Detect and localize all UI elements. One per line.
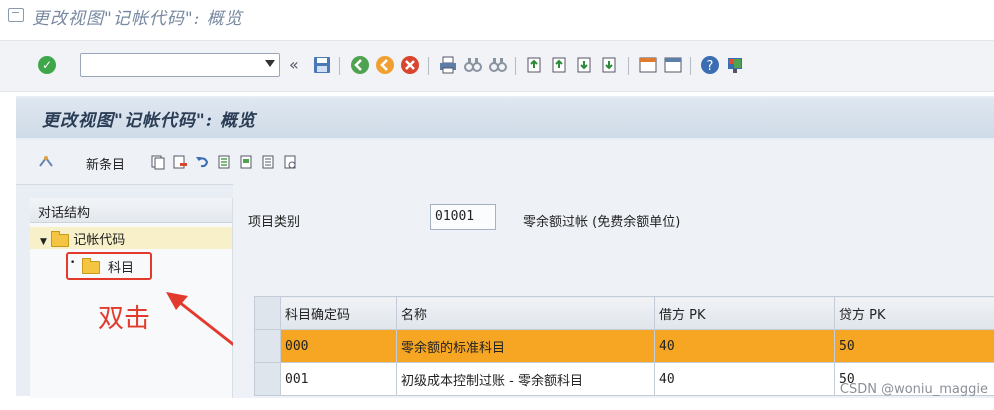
select-all-cell[interactable] bbox=[254, 296, 281, 330]
window-menu-icon[interactable] bbox=[8, 8, 24, 22]
row-selector[interactable] bbox=[254, 362, 281, 396]
tree-node-posting-code-label: 记帐代码 bbox=[73, 233, 126, 248]
next-page-icon[interactable] bbox=[575, 55, 595, 75]
column-header[interactable]: 科目确定码 bbox=[280, 296, 397, 330]
table-header-row: 科目确定码 名称 借方 PK 贷方 PK bbox=[254, 296, 994, 330]
row-selector[interactable] bbox=[254, 329, 281, 363]
table-cell[interactable]: 001 bbox=[280, 362, 397, 396]
deselect-all-icon[interactable] bbox=[260, 154, 276, 170]
help-icon[interactable]: ? bbox=[700, 55, 720, 75]
table-cell[interactable]: 初级成本控制过账 - 零余额科目 bbox=[396, 362, 655, 396]
table-cell[interactable]: 40 bbox=[654, 362, 835, 396]
toolbar-separator bbox=[628, 57, 629, 75]
toolbar-separator bbox=[339, 57, 340, 75]
toolbar-separator bbox=[515, 57, 516, 75]
find-icon[interactable] bbox=[463, 55, 483, 75]
select-block-icon[interactable] bbox=[238, 154, 254, 170]
table-cell[interactable]: 零余额的标准科目 bbox=[396, 329, 655, 363]
folder-open-icon bbox=[51, 231, 70, 247]
print-icon[interactable] bbox=[438, 55, 458, 75]
new-session-icon[interactable] bbox=[638, 55, 658, 75]
leaf-bullet-icon: • bbox=[70, 258, 76, 268]
tree-node-posting-code[interactable]: ▼ 记帐代码 bbox=[40, 229, 125, 248]
tree-header-label: 对话结构 bbox=[38, 206, 91, 221]
annotation-double-click-label: 双击 bbox=[98, 304, 151, 334]
column-header[interactable]: 名称 bbox=[396, 296, 655, 330]
standard-toolbar: ✓ « ? bbox=[0, 40, 994, 92]
find-next-icon[interactable] bbox=[488, 55, 508, 75]
table-cell[interactable]: 50 bbox=[834, 329, 994, 363]
command-field[interactable] bbox=[80, 53, 280, 77]
display-change-icon[interactable] bbox=[38, 154, 54, 170]
undo-change-icon[interactable] bbox=[194, 154, 210, 170]
expand-arrow-icon[interactable]: ▼ bbox=[40, 237, 47, 247]
first-page-icon[interactable] bbox=[525, 55, 545, 75]
select-all-icon[interactable] bbox=[216, 154, 232, 170]
page-title: 更改视图"记帐代码": 概览 bbox=[42, 111, 256, 131]
column-header[interactable]: 借方 PK bbox=[654, 296, 835, 330]
exit-icon[interactable] bbox=[375, 55, 395, 75]
item-category-description: 零余额过帐 (免费余额单位) bbox=[523, 215, 681, 230]
table-cell[interactable]: 40 bbox=[654, 329, 835, 363]
window-title: 更改视图"记帐代码": 概览 bbox=[32, 9, 243, 29]
last-page-icon[interactable] bbox=[600, 55, 620, 75]
svg-text:?: ? bbox=[707, 59, 714, 74]
save-icon[interactable] bbox=[312, 55, 332, 75]
copy-as-icon[interactable] bbox=[150, 154, 166, 170]
table-row[interactable]: 000 零余额的标准科目 40 50 bbox=[254, 329, 994, 363]
item-category-label: 项目类别 bbox=[248, 215, 301, 230]
previous-page-icon[interactable] bbox=[550, 55, 570, 75]
toolbar-separator bbox=[690, 57, 691, 75]
tree-node-account-label: 科目 bbox=[108, 261, 135, 276]
enter-check-icon[interactable]: ✓ bbox=[38, 56, 56, 74]
column-header[interactable]: 贷方 PK bbox=[834, 296, 994, 330]
cancel-icon[interactable] bbox=[400, 55, 420, 75]
customize-layout-icon[interactable] bbox=[725, 55, 745, 75]
item-category-field[interactable]: 01001 bbox=[430, 204, 496, 230]
window-title-bar: 更改视图"记帐代码": 概览 bbox=[0, 0, 994, 30]
toolbar-separator bbox=[428, 57, 429, 75]
command-dropdown-icon[interactable] bbox=[265, 60, 275, 67]
back-icon[interactable] bbox=[350, 55, 370, 75]
application-toolbar: 新条目 bbox=[16, 140, 994, 185]
new-entries-button[interactable]: 新条目 bbox=[86, 154, 125, 173]
delete-icon[interactable] bbox=[172, 154, 188, 170]
table-cell[interactable]: 000 bbox=[280, 329, 397, 363]
shortcut-icon[interactable] bbox=[663, 55, 683, 75]
watermark: CSDN @woniu_maggie bbox=[839, 382, 988, 397]
print-field-list-icon[interactable] bbox=[282, 154, 298, 170]
folder-icon bbox=[82, 258, 100, 274]
tree-node-account-highlight[interactable]: • 科目 bbox=[66, 252, 152, 280]
tree-header: 对话结构 bbox=[30, 198, 232, 223]
account-determination-table: 科目确定码 名称 借方 PK 贷方 PK 000 零余额的标准科目 40 50 … bbox=[254, 296, 994, 396]
collapse-command-icon[interactable]: « bbox=[289, 55, 299, 74]
page-title-bar: 更改视图"记帐代码": 概览 bbox=[16, 98, 994, 138]
